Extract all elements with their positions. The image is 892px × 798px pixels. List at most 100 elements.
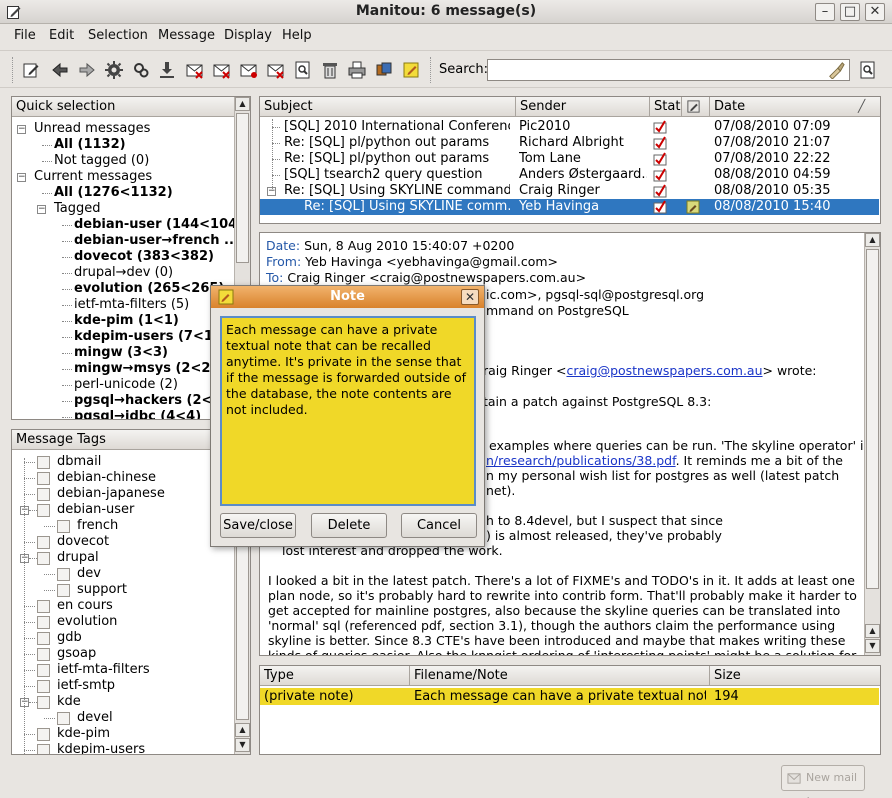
note-icon[interactable] <box>401 60 421 80</box>
tag-checkbox[interactable] <box>37 552 50 565</box>
tag-checkbox[interactable] <box>37 680 50 693</box>
message-row[interactable]: [SQL] tsearch2 query question Anders Øste… <box>260 167 879 183</box>
tag-checkbox[interactable] <box>37 696 50 709</box>
message-row[interactable]: Re: [SQL] Using SKYLINE comm... Yeb Havin… <box>260 199 879 215</box>
print-icon[interactable] <box>347 60 367 80</box>
menu-message[interactable]: Message <box>158 28 215 43</box>
message-row[interactable]: − Re: [SQL] Using SKYLINE command... Craig… <box>260 183 879 199</box>
attachment-row[interactable]: (private note) Each message can have a p… <box>260 688 879 705</box>
scroll-down-arrow[interactable]: ▼ <box>235 738 250 752</box>
quick-selection-item[interactable]: All (1276<1132) <box>54 185 173 200</box>
clear-search-icon[interactable] <box>827 61 845 79</box>
search-options-icon[interactable] <box>858 60 878 80</box>
menu-edit[interactable]: Edit <box>49 28 74 43</box>
quick-selection-item[interactable]: kdepim-users (7<1) <box>74 329 219 344</box>
scroll-up-arrow[interactable]: ▲ <box>865 233 880 247</box>
quick-selection-item[interactable]: pgsql→jdbc (4<4) <box>74 409 201 419</box>
new-mail-button[interactable]: New mail ! <box>781 765 865 798</box>
close-icon[interactable]: ✕ <box>461 289 479 305</box>
menu-display[interactable]: Display <box>224 28 272 43</box>
scroll-thumb[interactable] <box>866 249 879 589</box>
tag-checkbox[interactable] <box>57 712 70 725</box>
quick-selection-item[interactable]: Unread messages <box>34 121 150 136</box>
quick-selection-item[interactable]: dovecot (383<382) <box>74 249 214 264</box>
toolbar-handle[interactable] <box>12 57 14 83</box>
tag-checkbox[interactable] <box>37 664 50 677</box>
email-link[interactable]: craig@postnewspapers.com.au <box>566 363 762 378</box>
quick-selection-item[interactable]: drupal→dev (0) <box>74 265 173 280</box>
tag-checkbox[interactable] <box>37 616 50 629</box>
column-type[interactable]: Type <box>260 666 410 686</box>
quick-selection-item[interactable]: Tagged <box>54 201 101 216</box>
scroll-down-arrow[interactable]: ▼ <box>865 639 880 653</box>
scroll-up-arrow[interactable]: ▲ <box>235 97 250 111</box>
download-icon[interactable] <box>157 60 177 80</box>
mark-read-icon[interactable] <box>185 60 205 80</box>
minimize-button[interactable]: – <box>815 3 835 21</box>
menu-help[interactable]: Help <box>282 28 312 43</box>
message-row[interactable]: [SQL] 2010 International Conferenc... Pic… <box>260 119 879 135</box>
menu-file[interactable]: File <box>14 28 36 43</box>
collapse-toggle[interactable]: − <box>17 173 26 182</box>
mark-unread-icon[interactable] <box>212 60 232 80</box>
maximize-button[interactable]: □ <box>840 3 860 21</box>
message-row[interactable]: Re: [SQL] pl/python out params Richard Al… <box>260 135 879 151</box>
quick-selection-item[interactable]: pgsql→hackers (2<2) <box>74 393 227 408</box>
message-view-scrollbar[interactable]: ▲ ▲ ▼ <box>864 233 880 655</box>
quick-selection-item[interactable]: Current messages <box>34 169 152 184</box>
tag-checkbox[interactable] <box>37 744 50 754</box>
pdf-link[interactable]: n/research/publications/38.pdf <box>486 453 676 468</box>
mark-archived-icon[interactable] <box>239 60 259 80</box>
save-close-button[interactable]: Save/close <box>220 513 296 538</box>
column-filename[interactable]: Filename/Note <box>410 666 710 686</box>
column-size[interactable]: Size <box>710 666 880 686</box>
tag-checkbox[interactable] <box>37 648 50 661</box>
quick-selection-item[interactable]: mingw (3<3) <box>74 345 168 360</box>
tag-checkbox[interactable] <box>57 584 70 597</box>
scroll-up-arrow[interactable]: ▲ <box>235 723 250 737</box>
column-date[interactable]: Date <box>710 97 880 117</box>
compose-icon[interactable] <box>21 60 41 80</box>
close-window-button[interactable]: ✕ <box>865 3 885 21</box>
column-status[interactable]: Stat <box>650 97 682 117</box>
note-icon[interactable] <box>686 200 700 218</box>
trash-icon[interactable] <box>320 60 340 80</box>
tag-checkbox[interactable] <box>37 456 50 469</box>
column-subject[interactable]: Subject <box>260 97 516 117</box>
tags-icon[interactable] <box>374 60 394 80</box>
quick-selection-item[interactable]: ietf-mta-filters (5) <box>74 297 189 312</box>
search-input[interactable] <box>487 59 850 81</box>
quick-selection-item[interactable]: All (1132) <box>54 137 126 152</box>
settings-icon[interactable] <box>104 60 124 80</box>
find-icon[interactable] <box>293 60 313 80</box>
quick-selection-item[interactable]: evolution (265<265) <box>74 281 224 296</box>
scroll-thumb[interactable] <box>236 113 249 263</box>
tag-checkbox[interactable] <box>37 600 50 613</box>
quick-selection-item[interactable]: kde-pim (1<1) <box>74 313 179 328</box>
tag-checkbox[interactable] <box>57 520 70 533</box>
note-dialog-titlebar[interactable]: Note ✕ <box>211 286 484 308</box>
mark-deleted-icon[interactable] <box>266 60 286 80</box>
menu-selection[interactable]: Selection <box>88 28 148 43</box>
message-row[interactable]: Re: [SQL] pl/python out params Tom Lane 07… <box>260 151 879 167</box>
column-sender[interactable]: Sender <box>516 97 650 117</box>
quick-selection-item[interactable]: debian-user (144<104) <box>74 217 243 232</box>
refresh-icon[interactable] <box>131 60 151 80</box>
quick-selection-item[interactable]: mingw→msys (2<2) <box>74 361 216 376</box>
tag-checkbox[interactable] <box>37 504 50 517</box>
collapse-toggle[interactable]: − <box>17 125 26 134</box>
tag-checkbox[interactable] <box>37 632 50 645</box>
note-textarea[interactable]: Each message can have a private textual … <box>220 316 476 506</box>
collapse-toggle[interactable]: − <box>37 205 46 214</box>
column-note[interactable] <box>682 97 710 117</box>
forward-icon[interactable] <box>77 60 97 80</box>
tag-checkbox[interactable] <box>37 488 50 501</box>
tag-checkbox[interactable] <box>57 568 70 581</box>
cancel-button[interactable]: Cancel <box>401 513 477 538</box>
quick-selection-item[interactable]: debian-user→french ... <box>74 233 239 248</box>
tag-checkbox[interactable] <box>37 536 50 549</box>
tag-checkbox[interactable] <box>37 472 50 485</box>
quick-selection-item[interactable]: perl-unicode (2) <box>74 377 178 392</box>
delete-button[interactable]: Delete <box>311 513 387 538</box>
back-icon[interactable] <box>50 60 70 80</box>
